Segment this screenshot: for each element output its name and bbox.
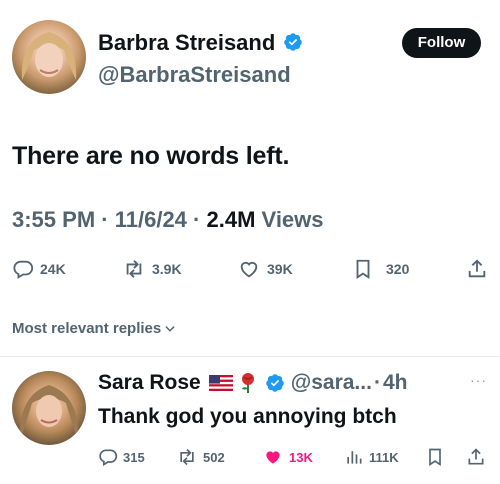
reply-button[interactable]: 24K [12, 258, 66, 280]
views-count: 2.4M [206, 207, 256, 232]
tweet-text: There are no words left. [12, 142, 290, 170]
reply-header: Sara Rose @sara... · 4h [98, 371, 407, 395]
share-button[interactable] [466, 258, 488, 280]
reply-text: Thank god you annoying btch [98, 405, 397, 428]
meta-separator: · [373, 371, 381, 394]
repost-icon [180, 448, 194, 466]
author-name: Barbra Streisand [98, 30, 276, 55]
reply-like-count: 13K [289, 449, 313, 465]
author-avatar[interactable] [12, 20, 86, 94]
verified-badge-icon [284, 33, 303, 51]
reply-author-handle[interactable]: @sara... [291, 371, 372, 395]
reply-author-avatar[interactable] [12, 371, 86, 445]
reply-views-count: 111K [369, 449, 399, 465]
share-icon [468, 259, 486, 278]
follow-button[interactable]: Follow [402, 28, 481, 58]
reply-reply-button[interactable]: 315 [98, 447, 145, 467]
like-button[interactable]: 39K [237, 258, 293, 280]
like-count: 39K [267, 261, 293, 277]
reply-icon [13, 260, 34, 279]
bookmark-icon [429, 448, 441, 467]
reply-author-name[interactable]: Sara Rose [98, 371, 201, 395]
repost-icon [126, 260, 142, 278]
reply-avatar-image [19, 385, 79, 441]
more-options-icon[interactable]: ··· [470, 372, 487, 388]
author-name-row[interactable]: Barbra Streisand [98, 30, 303, 56]
analytics-icon [347, 451, 362, 464]
rose-icon [241, 373, 254, 393]
reply-icon [99, 449, 118, 466]
divider [0, 356, 500, 357]
reply-count: 24K [40, 261, 66, 277]
verified-badge-icon [265, 374, 284, 392]
us-flag-icon [208, 375, 233, 391]
reply-like-button[interactable]: 13K [262, 447, 313, 467]
tweet-meta-row: 3:55 PM · 11/6/24 · 2.4M Views [12, 207, 324, 233]
repost-button[interactable]: 3.9K [122, 258, 182, 280]
views-label: Views [261, 207, 324, 232]
repost-count: 3.9K [152, 261, 182, 277]
reply-repost-count: 502 [203, 449, 225, 465]
heart-filled-icon [266, 451, 280, 464]
reply-views-button[interactable]: 111K [344, 447, 399, 467]
reply-repost-button[interactable]: 502 [176, 447, 225, 467]
replies-sort-dropdown[interactable]: Most relevant replies [12, 320, 177, 337]
replies-sort-label: Most relevant replies [12, 320, 162, 337]
meta-separator: · [101, 207, 109, 232]
author-handle[interactable]: @BarbraStreisand [98, 62, 291, 88]
bookmark-button[interactable]: 320 [352, 258, 409, 280]
share-icon [468, 448, 484, 465]
reply-time[interactable]: 4h [383, 371, 408, 395]
reply-reply-count: 315 [123, 449, 145, 465]
bookmark-icon [356, 259, 370, 279]
meta-separator: · [193, 207, 201, 232]
heart-icon [240, 261, 258, 278]
tweet-time[interactable]: 3:55 PM [12, 207, 95, 232]
reply-share-button[interactable] [466, 447, 486, 467]
tweet-date[interactable]: 11/6/24 [115, 207, 187, 232]
chevron-down-icon [165, 325, 175, 332]
bookmark-count: 320 [386, 261, 410, 277]
reply-bookmark-button[interactable] [425, 447, 445, 467]
author-avatar-image [21, 32, 77, 80]
